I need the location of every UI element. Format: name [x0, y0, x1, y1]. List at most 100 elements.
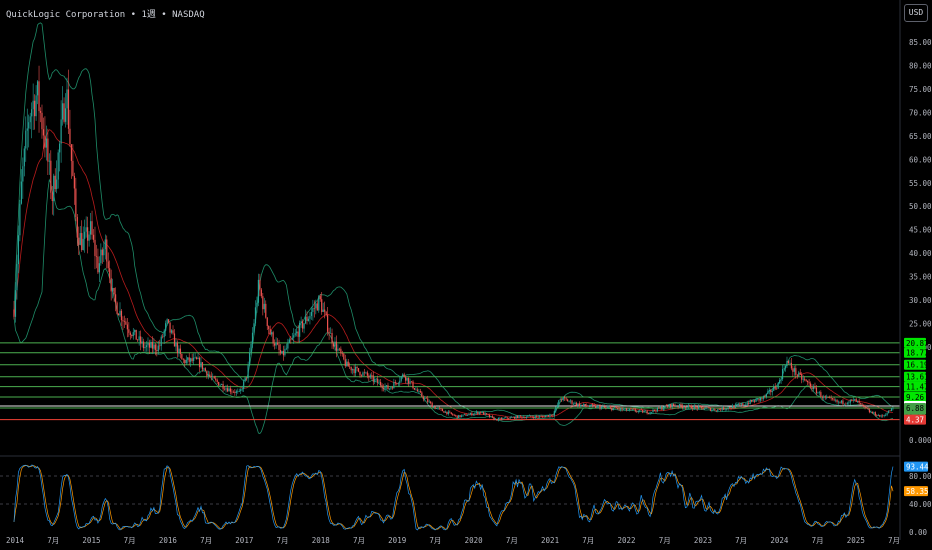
time-tick-label: 7月: [47, 536, 59, 545]
candle-body: [172, 330, 174, 334]
candle-body: [652, 409, 654, 413]
candle-body: [344, 359, 346, 367]
candle-body: [524, 416, 526, 418]
oscillator-tick-label: 80.00: [909, 472, 932, 481]
candle-body: [630, 408, 632, 410]
price-tick-label: 60.00: [909, 155, 932, 164]
candle-body: [188, 357, 190, 362]
candle-body: [528, 415, 530, 417]
candle-body: [129, 332, 131, 335]
candle-body: [232, 391, 234, 393]
candle-body: [94, 239, 96, 256]
candle-body: [225, 388, 227, 390]
candle-body: [837, 401, 840, 403]
candle-body: [823, 396, 825, 398]
candle-body: [469, 412, 472, 415]
candle-body: [759, 397, 762, 401]
candle-body: [144, 347, 146, 349]
candle-body: [628, 408, 631, 410]
candle-body: [159, 345, 161, 347]
currency-button[interactable]: USD: [904, 4, 928, 22]
candle-body: [525, 417, 527, 418]
candle-body: [444, 411, 447, 413]
candle-body: [786, 361, 788, 366]
candle-body: [197, 357, 199, 360]
candle-body: [768, 389, 770, 392]
candle-body: [427, 398, 429, 403]
candle-body: [723, 407, 725, 410]
candle-body: [637, 410, 639, 412]
candle-body: [842, 400, 844, 405]
candle-body: [477, 411, 479, 414]
candle-body: [362, 372, 364, 376]
candle-body: [413, 388, 416, 390]
candle-body: [266, 317, 268, 327]
candle-body: [278, 344, 280, 351]
candle-body: [807, 380, 809, 383]
candle-body: [821, 396, 823, 398]
time-tick-label: 7月: [353, 536, 365, 545]
candle: [458, 414, 460, 418]
candle-body: [870, 411, 872, 413]
candle-body: [790, 362, 793, 369]
candle-body: [478, 412, 480, 414]
candle-body: [85, 227, 87, 232]
candle-body: [190, 358, 192, 362]
candle-body: [780, 379, 782, 381]
candle-body: [481, 412, 483, 414]
candle-body: [502, 418, 504, 420]
candle-body: [109, 268, 111, 279]
candle-body: [522, 416, 525, 418]
candle-body: [779, 380, 781, 384]
candle-body: [201, 362, 204, 370]
candle-body: [484, 413, 486, 415]
candle-body: [123, 321, 126, 322]
time-tick-label: 7月: [429, 536, 441, 545]
candle-body: [70, 144, 73, 161]
candle-body: [873, 412, 875, 414]
time-tick-label: 2022: [617, 536, 635, 545]
candle-body: [428, 401, 430, 403]
price-chart[interactable]: 85.00 80.00 75.00 70.00 65.00 60.00 55.00 50.00…: [0, 0, 932, 550]
candle-body: [830, 397, 832, 399]
candle-body: [758, 398, 760, 401]
candle-body: [864, 405, 866, 408]
candle-body: [35, 95, 37, 117]
candle: [343, 352, 345, 361]
candle-body: [87, 227, 89, 241]
candle-body: [412, 381, 414, 389]
candle-body: [14, 290, 17, 317]
candle-body: [281, 350, 283, 354]
candle-body: [378, 381, 380, 383]
candle-body: [39, 111, 42, 113]
candle-body: [534, 416, 536, 419]
candle-body: [28, 122, 30, 129]
candle-body: [611, 407, 613, 411]
level-label: 18.77: [906, 349, 929, 358]
candle-body: [402, 374, 404, 377]
candle-body: [642, 409, 644, 413]
candle-body: [357, 368, 360, 372]
candle-body: [868, 409, 871, 413]
candle-body: [674, 405, 676, 407]
candle-body: [834, 399, 837, 401]
candle-body: [153, 344, 155, 349]
candle-body: [369, 375, 371, 378]
candle-body: [385, 385, 388, 387]
time-tick-label: 2021: [541, 536, 559, 545]
candle-body: [374, 379, 376, 382]
candle-body: [128, 329, 130, 333]
candle-body: [550, 414, 553, 416]
oscillator-tick-label: 0.00: [909, 528, 928, 537]
candle: [318, 295, 320, 313]
candle-body: [338, 348, 340, 350]
candle-body: [137, 339, 139, 341]
candle-body: [577, 403, 579, 406]
candle-body: [244, 377, 246, 382]
candle-body: [730, 407, 732, 409]
candle-body: [784, 365, 787, 369]
candle-body: [100, 249, 102, 264]
candle-body: [456, 415, 458, 418]
price-tick-label: 40.00: [909, 249, 932, 258]
candle-body: [640, 409, 642, 411]
